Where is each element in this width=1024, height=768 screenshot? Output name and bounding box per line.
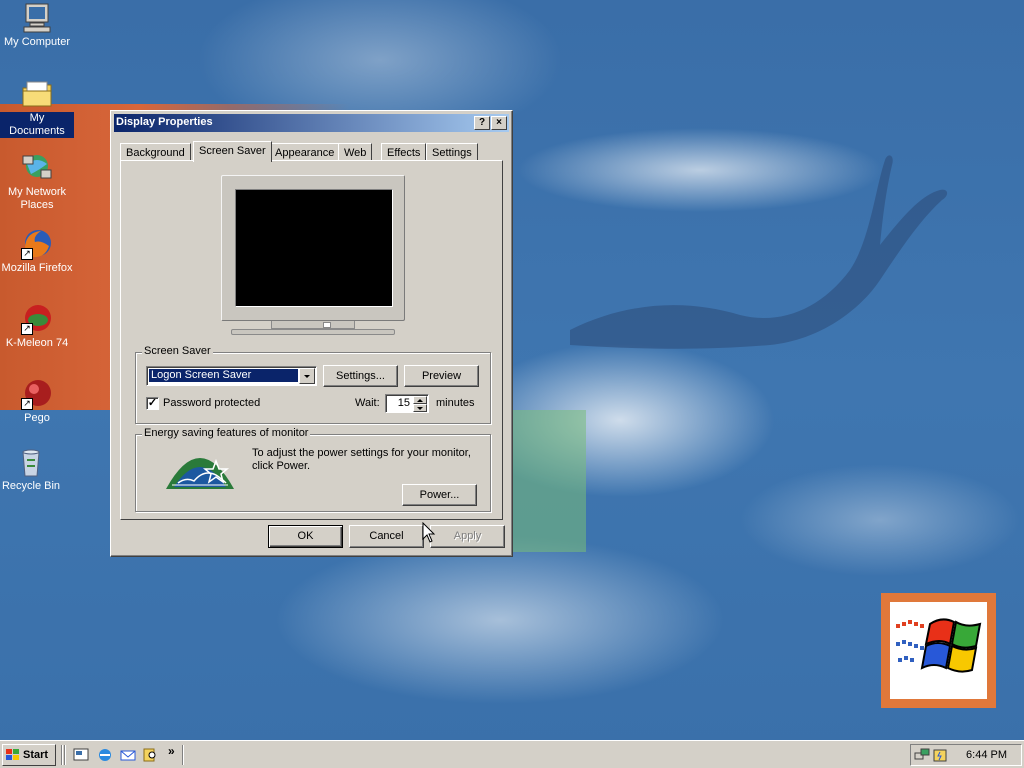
password-protected-label: Password protected [163, 397, 261, 409]
power-button[interactable]: Power... [402, 484, 477, 506]
monitor-power-led [323, 322, 331, 328]
desktop-icon-label: My Computer [3, 36, 71, 48]
screen-saver-select-value: Logon Screen Saver [149, 369, 298, 382]
stepper-down-icon[interactable] [413, 404, 427, 412]
show-desktop-icon[interactable] [73, 747, 89, 763]
desktop-icon-my-computer[interactable]: My Computer [0, 2, 74, 49]
windows-flag-icon [896, 618, 982, 673]
taskbar-separator [182, 745, 184, 765]
firefox-icon: ↗ [21, 228, 53, 260]
computer-icon [21, 2, 53, 34]
desktop-icon-recycle-bin[interactable]: Recycle Bin [0, 446, 68, 493]
mouse-cursor-icon [422, 522, 436, 543]
desktop-icon-pego[interactable]: ↗ Pego [0, 378, 74, 425]
screen-saver-select[interactable]: Logon Screen Saver [146, 366, 317, 386]
folder-icon [21, 78, 53, 110]
monitor-preview [221, 175, 405, 335]
stepper-up-icon[interactable] [413, 396, 427, 404]
monitor-preview-screen [235, 189, 393, 307]
start-label: Start [23, 749, 49, 761]
system-tray: 6:44 PM [910, 744, 1022, 766]
desktop-icon-k-meleon[interactable]: ↗ K-Meleon 74 [0, 303, 74, 350]
taskbar-separator [61, 745, 63, 765]
desktop-icon-label: Mozilla Firefox [1, 262, 73, 274]
screen-saver-group: Screen Saver Logon Screen Saver Settings… [135, 345, 491, 424]
password-protected-checkbox[interactable]: ✓ [146, 397, 159, 410]
tab-appearance[interactable]: Appearance [269, 143, 341, 161]
power-tray-icon[interactable] [932, 747, 948, 763]
wait-minutes-value: 15 [397, 397, 410, 409]
pego-icon: ↗ [21, 378, 53, 410]
taskbar: Start » 6:44 PM [0, 740, 1024, 768]
energy-star-icon [166, 458, 234, 489]
help-button[interactable]: ? [474, 116, 490, 130]
tab-web[interactable]: Web [338, 143, 373, 161]
internet-explorer-icon[interactable] [97, 747, 113, 763]
outlook-express-icon[interactable] [120, 747, 136, 763]
tab-background[interactable]: Background [120, 143, 191, 161]
energy-description: To adjust the power settings for your mo… [252, 447, 471, 472]
network-tray-icon[interactable] [914, 747, 930, 763]
dialog-title: Display Properties [116, 116, 213, 128]
shortcut-arrow-icon: ↗ [21, 323, 33, 335]
cancel-button[interactable]: Cancel [349, 525, 424, 548]
close-button[interactable]: × [491, 116, 507, 130]
display-properties-dialog: Display Properties ? × Background Screen… [110, 110, 513, 557]
quick-launch-chevron-icon[interactable]: » [168, 744, 175, 758]
desktop-icon-label: K-Meleon 74 [5, 337, 69, 349]
recycle-bin-icon [15, 446, 47, 478]
desktop-icon-label: My Network Places [7, 186, 67, 211]
energy-saving-group: Energy saving features of monitor energy… [135, 427, 491, 512]
wallpaper-green-band [512, 410, 586, 552]
start-button[interactable]: Start [2, 744, 56, 766]
shortcut-arrow-icon: ↗ [21, 398, 33, 410]
k-meleon-icon: ↗ [21, 303, 53, 335]
shortcut-arrow-icon: ↗ [21, 248, 33, 260]
chevron-down-icon[interactable] [299, 368, 315, 384]
desktop-icon-label: Recycle Bin [1, 480, 61, 492]
screen-saver-group-title: Screen Saver [142, 345, 213, 357]
search-icon[interactable] [143, 747, 159, 763]
network-icon [21, 152, 53, 184]
desktop-icon-my-documents[interactable]: My Documents [0, 78, 74, 138]
preview-button[interactable]: Preview [404, 365, 479, 387]
energy-star-logo: energy [164, 447, 236, 489]
taskbar-clock[interactable]: 6:44 PM [966, 749, 1007, 761]
wallpaper-diver-silhouette [570, 155, 948, 349]
monitor-stand-neck [271, 321, 355, 329]
wait-unit-label: minutes [436, 397, 475, 409]
tab-screen-saver[interactable]: Screen Saver [193, 141, 272, 162]
energy-group-title: Energy saving features of monitor [142, 427, 311, 439]
monitor-bezel [221, 175, 405, 321]
screen-saver-panel: Screen Saver Logon Screen Saver Settings… [120, 160, 503, 520]
desktop-icon-label: Pego [24, 412, 50, 424]
screen-saver-settings-button[interactable]: Settings... [323, 365, 398, 387]
desktop-icon-my-network-places[interactable]: My Network Places [0, 152, 74, 212]
windows-logo-tile [881, 593, 996, 708]
wait-minutes-stepper[interactable]: 15 [385, 394, 429, 413]
apply-button[interactable]: Apply [430, 525, 505, 548]
desktop-icon-mozilla-firefox[interactable]: ↗ Mozilla Firefox [0, 228, 74, 275]
monitor-stand-base [231, 329, 395, 335]
tab-effects[interactable]: Effects [381, 143, 427, 161]
windows-flag-icon [6, 749, 19, 760]
desktop-icon-label: My Documents [0, 112, 74, 138]
wait-label: Wait: [355, 397, 380, 409]
tab-settings[interactable]: Settings [426, 143, 478, 161]
taskbar-separator [64, 745, 66, 765]
dialog-titlebar[interactable]: Display Properties ? × [114, 114, 509, 132]
ok-button[interactable]: OK [268, 525, 343, 548]
